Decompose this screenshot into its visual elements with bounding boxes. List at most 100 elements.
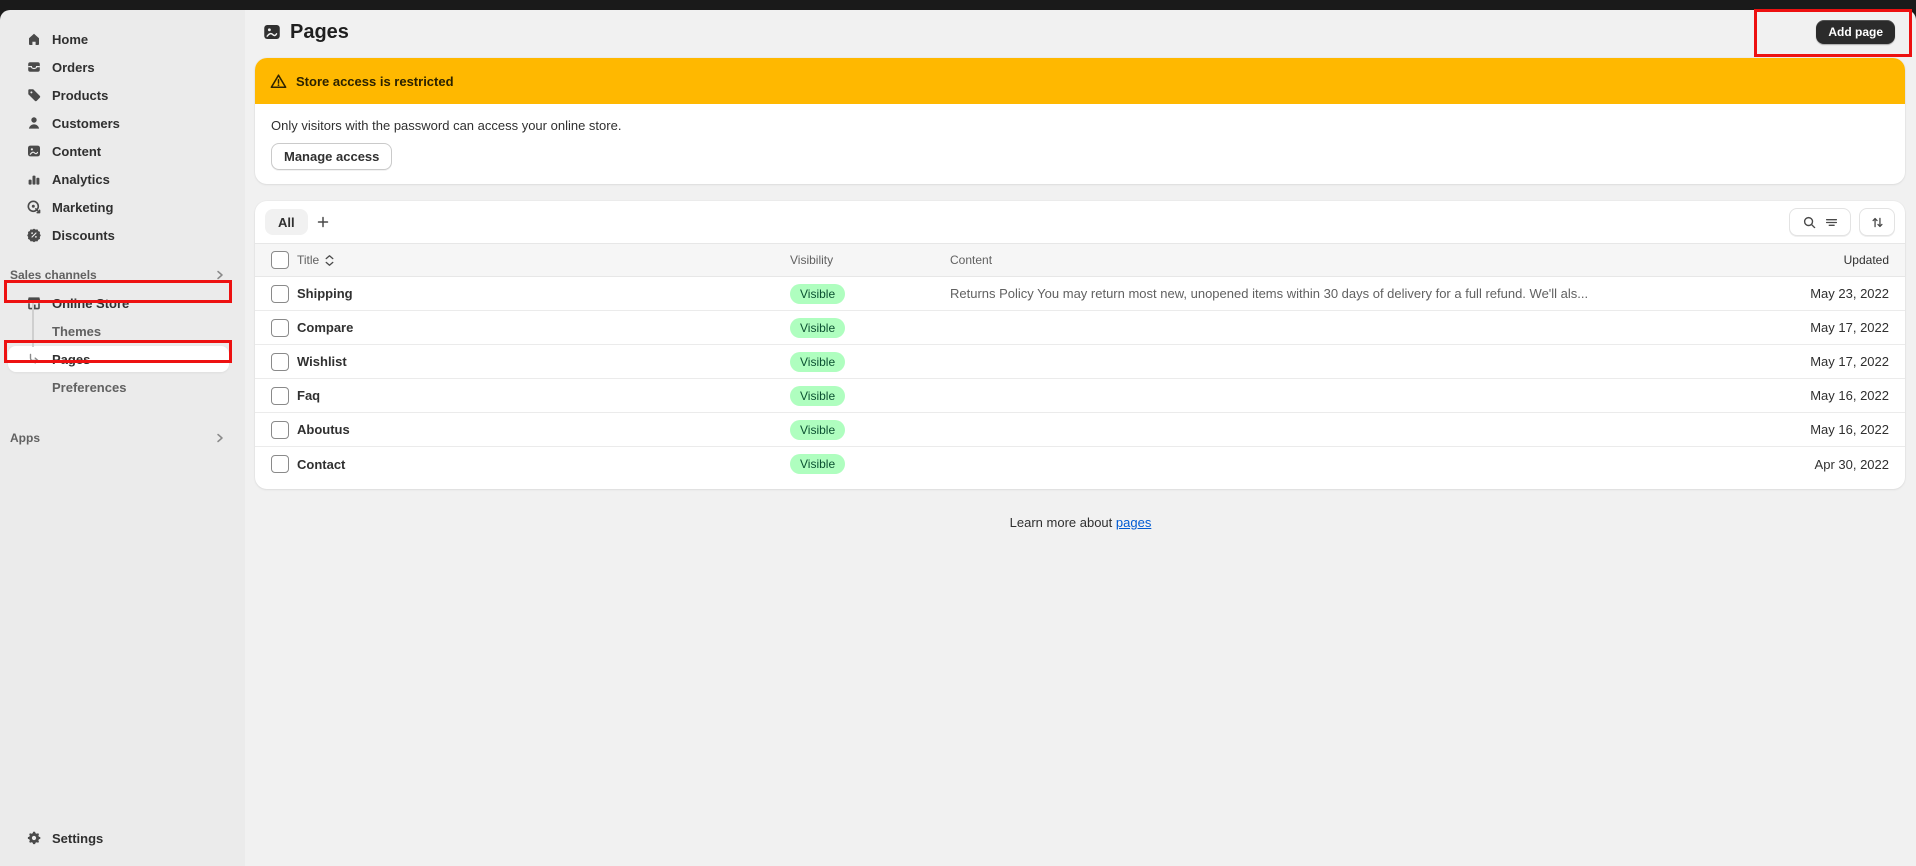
row-checkbox[interactable] [271,455,289,473]
orders-icon [26,59,42,75]
sort-button[interactable] [1859,208,1895,236]
table-row[interactable]: Wishlist Visible May 17, 2022 [255,345,1905,379]
sidebar-item-online-store[interactable]: Online Store [8,289,237,317]
row-updated: Apr 30, 2022 [1679,457,1889,472]
sidebar-section-sales-channels[interactable]: Sales channels [0,261,245,289]
tab-all[interactable]: All [265,209,308,235]
sidebar-item-pages[interactable]: Pages [8,346,229,372]
table-row[interactable]: Faq Visible May 16, 2022 [255,379,1905,413]
column-header-visibility: Visibility [790,253,950,267]
sort-carets-icon[interactable] [324,254,335,267]
visibility-badge: Visible [790,284,845,304]
sidebar-item-analytics[interactable]: Analytics [8,165,237,193]
table-row[interactable]: Aboutus Visible May 16, 2022 [255,413,1905,447]
table-body: Shipping Visible Returns Policy You may … [255,277,1905,481]
row-checkbox[interactable] [271,319,289,337]
sidebar-item-home[interactable]: Home [8,25,237,53]
row-updated: May 16, 2022 [1679,422,1889,437]
row-title[interactable]: Wishlist [297,354,790,369]
sidebar-item-products[interactable]: Products [8,81,237,109]
sidebar-item-label: Themes [52,324,101,339]
column-header-content: Content [950,253,1679,267]
sidebar-item-customers[interactable]: Customers [8,109,237,137]
sidebar-item-label: Settings [52,831,103,846]
row-content: Returns Policy You may return most new, … [950,286,1679,301]
page-title-text: Pages [290,21,349,44]
sidebar-item-label: Orders [52,60,95,75]
sidebar-item-preferences[interactable]: Preferences [0,373,245,401]
search-and-filter-button[interactable] [1789,208,1851,236]
store-access-banner: Store access is restricted Only visitors… [255,58,1905,184]
store-icon [26,295,42,311]
sidebar: Home Orders Products Customers Content A… [0,10,245,866]
row-updated: May 23, 2022 [1679,286,1889,301]
row-checkbox[interactable] [271,421,289,439]
row-title[interactable]: Aboutus [297,422,790,437]
plus-icon [316,215,330,229]
sidebar-item-themes[interactable]: Themes [0,317,245,345]
banner-body: Only visitors with the password can acce… [255,104,1905,184]
sidebar-item-marketing[interactable]: Marketing [8,193,237,221]
row-title[interactable]: Contact [297,457,790,472]
add-page-button[interactable]: Add page [1816,20,1895,44]
sidebar-item-label: Home [52,32,88,47]
content-icon [26,143,42,159]
apps-label: Apps [10,431,40,445]
sidebar-item-content[interactable]: Content [8,137,237,165]
table-row[interactable]: Compare Visible May 17, 2022 [255,311,1905,345]
row-updated: May 16, 2022 [1679,388,1889,403]
row-title[interactable]: Compare [297,320,790,335]
visibility-badge: Visible [790,352,845,372]
row-checkbox[interactable] [271,285,289,303]
discounts-icon [26,227,42,243]
table-header-row: Title Visibility Content Updated [255,243,1905,277]
sales-channels-label: Sales channels [10,268,97,282]
sub-arrow-icon [26,351,42,367]
sidebar-item-label: Pages [52,352,90,367]
window-topbar [0,0,1916,10]
gear-icon [26,830,42,846]
visibility-badge: Visible [790,386,845,406]
chevron-right-icon [214,432,226,444]
manage-access-button[interactable]: Manage access [271,143,392,170]
sidebar-item-label: Analytics [52,172,110,187]
footer-text: Learn more about [1010,515,1113,530]
row-checkbox[interactable] [271,353,289,371]
table-row[interactable]: Contact Visible Apr 30, 2022 [255,447,1905,481]
column-header-title[interactable]: Title [297,253,319,267]
pages-help-link[interactable]: pages [1116,515,1151,530]
row-checkbox[interactable] [271,387,289,405]
sidebar-item-settings[interactable]: Settings [8,824,237,852]
select-all-checkbox[interactable] [271,251,289,269]
row-title[interactable]: Faq [297,388,790,403]
sidebar-item-discounts[interactable]: Discounts [8,221,237,249]
sidebar-item-label: Content [52,144,101,159]
add-view-button[interactable] [308,209,338,235]
nav-connector-line [32,301,34,347]
main-content: Pages Add page Store access is restricte… [245,10,1916,866]
visibility-badge: Visible [790,318,845,338]
table-tabs-row: All [255,201,1905,243]
search-icon [1802,215,1817,230]
banner-message: Only visitors with the password can acce… [271,118,1889,133]
filter-icon [1824,215,1839,230]
customers-icon [26,115,42,131]
banner-header: Store access is restricted [255,58,1905,104]
page-header: Pages Add page [245,10,1916,54]
sidebar-item-label: Customers [52,116,120,131]
banner-title: Store access is restricted [296,74,454,89]
visibility-badge: Visible [790,454,845,474]
chevron-right-icon [214,269,226,281]
row-updated: May 17, 2022 [1679,354,1889,369]
visibility-badge: Visible [790,420,845,440]
sort-icon [1870,215,1885,230]
row-title[interactable]: Shipping [297,286,790,301]
footer-note: Learn more about pages [245,515,1916,530]
page-title: Pages [262,21,349,44]
table-row[interactable]: Shipping Visible Returns Policy You may … [255,277,1905,311]
sidebar-section-apps[interactable]: Apps [0,424,245,452]
analytics-icon [26,171,42,187]
sidebar-item-label: Discounts [52,228,115,243]
sidebar-item-orders[interactable]: Orders [8,53,237,81]
sidebar-item-label: Marketing [52,200,113,215]
